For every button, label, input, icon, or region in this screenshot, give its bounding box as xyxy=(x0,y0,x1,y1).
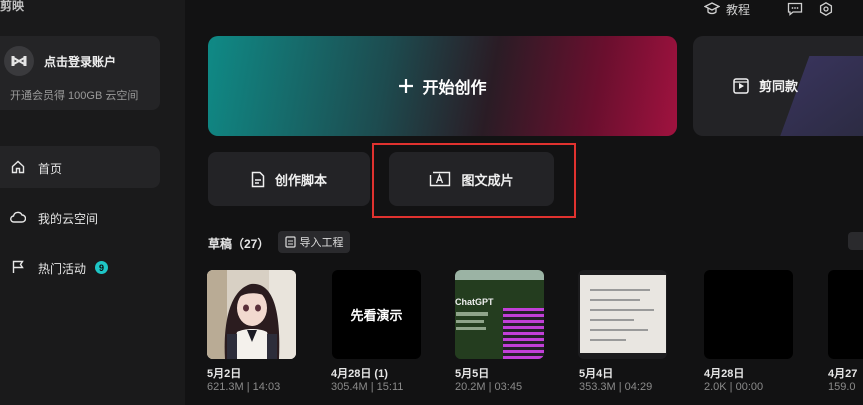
draft-title: 4月27 xyxy=(828,368,858,380)
highlight-box xyxy=(372,143,576,218)
notification-badge: 9 xyxy=(95,261,108,274)
draft-thumbnail[interactable] xyxy=(828,270,863,359)
sidebar-item-home[interactable]: 首页 xyxy=(0,146,160,188)
settings-icon xyxy=(819,2,833,16)
sidebar-item-label: 热门活动 xyxy=(38,262,87,276)
home-icon xyxy=(10,159,26,175)
import-project-label: 导入工程 xyxy=(299,237,344,249)
script-label: 创作脚本 xyxy=(274,172,327,188)
tutorial-button[interactable]: 教程 xyxy=(704,0,750,18)
template-icon xyxy=(733,77,749,94)
draft-meta: 20.2M | 03:45 xyxy=(455,381,523,393)
app-title: 剪映 xyxy=(0,0,25,13)
sidebar-item-events[interactable]: 热门活动 9 xyxy=(0,246,160,288)
drafts-title: 草稿（27） xyxy=(208,237,270,251)
sort-button[interactable] xyxy=(848,232,863,250)
text-line xyxy=(456,327,486,330)
start-creating-button[interactable]: 开始创作 xyxy=(208,36,677,136)
graduation-cap-icon xyxy=(704,2,720,16)
plus-icon xyxy=(398,78,414,94)
template-decoration xyxy=(776,56,863,136)
draft-meta: 353.3M | 04:29 xyxy=(579,381,653,393)
sidebar-item-cloud[interactable]: 我的云空间 xyxy=(0,196,160,238)
message-icon xyxy=(787,2,803,16)
start-creating-label: 开始创作 xyxy=(422,80,487,97)
script-button[interactable]: 创作脚本 xyxy=(208,152,370,206)
capcut-logo-icon[interactable] xyxy=(4,46,34,76)
draft-thumbnail[interactable] xyxy=(704,270,793,359)
text-line xyxy=(456,320,484,323)
draft-title: 5月5日 xyxy=(455,368,490,380)
thumbnail-text: 先看演示 xyxy=(350,308,403,323)
browser-bar xyxy=(455,270,544,280)
draft-title: 5月2日 xyxy=(207,368,242,380)
import-icon xyxy=(284,236,296,248)
draft-title: 4月28日 (1) xyxy=(331,368,388,380)
import-project-button[interactable]: 导入工程 xyxy=(278,231,350,253)
tutorial-label: 教程 xyxy=(726,2,751,17)
anime-girl-thumbnail xyxy=(207,270,296,359)
draft-meta: 159.0 xyxy=(828,381,856,393)
sidebar-item-label: 首页 xyxy=(38,162,63,176)
draft-thumbnail[interactable]: ChatGPT xyxy=(455,270,544,359)
draft-thumbnail[interactable]: 先看演示 xyxy=(332,270,421,359)
draft-meta: 305.4M | 15:11 xyxy=(331,381,404,393)
login-title[interactable]: 点击登录账户 xyxy=(44,53,116,70)
text-line xyxy=(456,312,488,316)
document-page xyxy=(580,275,666,353)
template-button[interactable]: 剪同款 xyxy=(693,36,863,136)
thumbnail-text: ChatGPT xyxy=(455,297,494,307)
stripe-graphic xyxy=(503,308,544,359)
flag-icon xyxy=(10,259,26,275)
login-subtitle: 开通会员得 100GB 云空间 xyxy=(10,90,139,102)
feedback-button[interactable] xyxy=(787,0,803,18)
draft-meta: 2.0K | 00:00 xyxy=(704,381,764,393)
sidebar-item-label: 我的云空间 xyxy=(38,212,99,226)
draft-thumbnail[interactable] xyxy=(207,270,296,359)
draft-thumbnail[interactable] xyxy=(578,270,667,359)
draft-meta: 621.3M | 14:03 xyxy=(207,381,281,393)
cloud-icon xyxy=(10,209,26,225)
draft-title: 5月4日 xyxy=(579,368,614,380)
settings-button[interactable] xyxy=(819,0,833,18)
template-label: 剪同款 xyxy=(759,79,799,94)
draft-title: 4月28日 xyxy=(704,368,745,380)
script-icon xyxy=(251,171,265,188)
